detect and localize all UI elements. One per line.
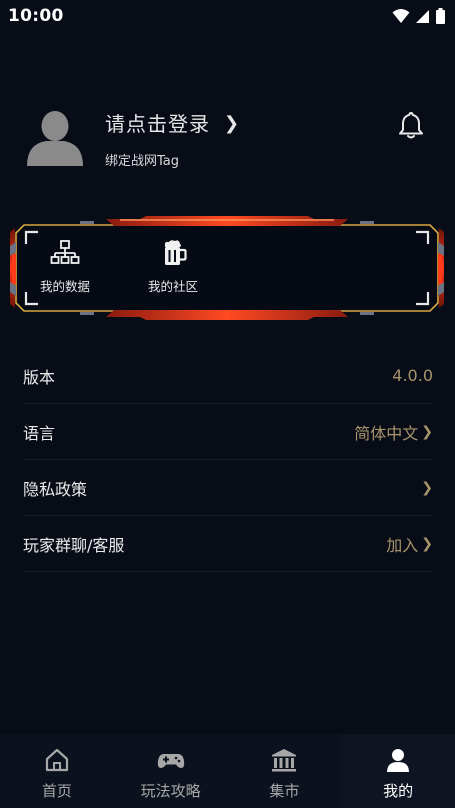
tab-label: 首页 (41, 782, 72, 800)
status-icons (392, 8, 445, 24)
tab-label: 集市 (269, 782, 300, 800)
tab-guides[interactable]: 玩法攻略 (114, 734, 228, 808)
login-button[interactable]: 请点击登录 ❯ (105, 108, 239, 137)
tab-label: 玩法攻略 (140, 782, 201, 800)
home-icon (45, 748, 68, 772)
settings-row-privacy[interactable]: 隐私政策 ❯ (23, 460, 433, 516)
person-icon (387, 749, 410, 772)
bell-icon[interactable] (396, 110, 426, 140)
hierarchy-icon (50, 240, 80, 264)
market-icon (272, 749, 297, 772)
settings-row-label: 玩家群聊/客服 (23, 535, 125, 555)
language-value: 简体中文 (354, 423, 419, 443)
quick-links-panel: 我的数据 我的社区 (10, 216, 444, 320)
quick-link-my-community[interactable]: 我的社区 (133, 238, 213, 298)
signal-icon (416, 9, 429, 23)
version-value: 4.0.0 (392, 366, 433, 385)
tab-market[interactable]: 集市 (228, 734, 342, 808)
gamepad-icon (157, 754, 184, 768)
quick-link-my-data[interactable]: 我的数据 (25, 238, 105, 298)
status-bar: 10:00 (0, 0, 455, 32)
bind-battlenet-link[interactable]: 绑定战网Tag (105, 150, 179, 169)
settings-row-label: 隐私政策 (23, 479, 88, 499)
join-value: 加入 (386, 535, 419, 555)
settings-row-label: 语言 (23, 423, 56, 443)
login-text: 请点击登录 (105, 112, 210, 136)
profile-header: 请点击登录 ❯ 绑定战网Tag (26, 108, 436, 170)
tab-label: 我的 (383, 782, 414, 800)
quick-link-label: 我的社区 (147, 279, 198, 294)
wifi-icon (392, 9, 410, 23)
chevron-right-icon: ❯ (421, 479, 433, 496)
settings-row-player-chat[interactable]: 玩家群聊/客服 加入 ❯ (23, 516, 433, 572)
beer-mug-icon (164, 240, 187, 265)
quick-link-label: 我的数据 (39, 279, 90, 294)
avatar-placeholder-icon[interactable] (26, 108, 84, 166)
chevron-right-icon: ❯ (421, 423, 433, 440)
status-time: 10:00 (8, 6, 64, 26)
login-chevron-icon: ❯ (224, 113, 240, 134)
tab-home[interactable]: 首页 (0, 734, 114, 808)
bottom-tab-bar: 首页 玩法攻略 集市 我的 (0, 734, 455, 808)
tab-mine[interactable]: 我的 (341, 734, 455, 808)
settings-row-version: 版本 4.0.0 (23, 348, 433, 404)
battery-icon (436, 8, 445, 24)
chevron-right-icon: ❯ (421, 535, 433, 552)
settings-list: 版本 4.0.0 语言 简体中文 ❯ 隐私政策 ❯ 玩家群聊/客服 加入 ❯ (23, 348, 433, 572)
settings-row-label: 版本 (23, 367, 56, 387)
settings-row-language[interactable]: 语言 简体中文 ❯ (23, 404, 433, 460)
